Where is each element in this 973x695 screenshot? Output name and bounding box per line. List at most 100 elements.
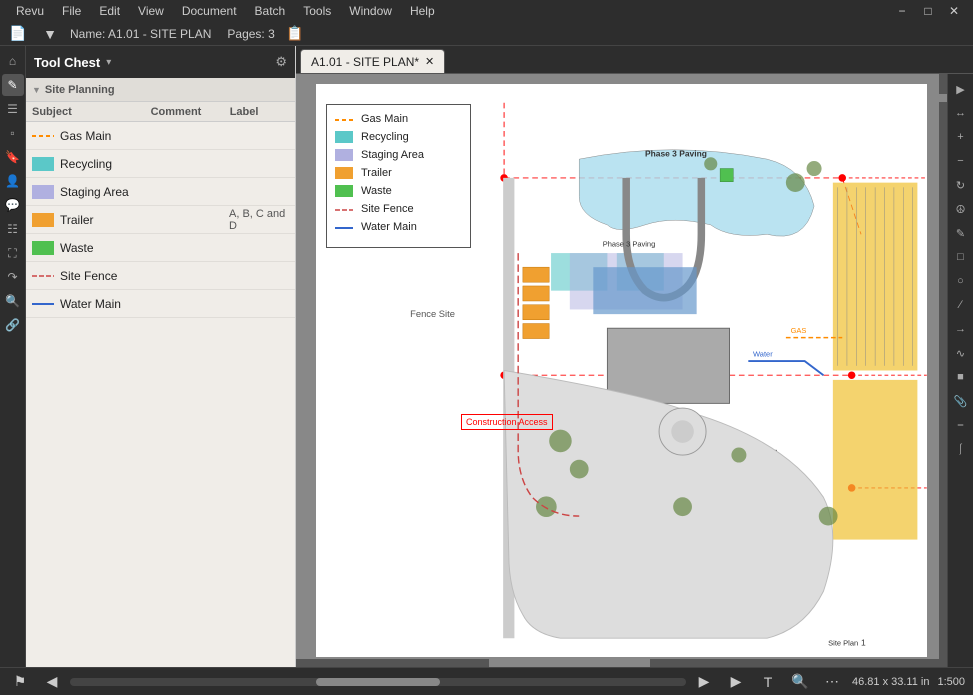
maximize-button[interactable]: □	[917, 2, 939, 20]
left-icon-bookmarks[interactable]: 🔖	[2, 146, 24, 168]
status-scale: 1:500	[937, 676, 965, 688]
doc-content[interactable]: Water GAS Phase 3 Paving Phase 3 Paving …	[296, 74, 947, 667]
right-icon-stamp[interactable]: ■	[950, 366, 972, 388]
toolbar-name-row: 📄 ▼ Name: A1.01 - SITE PLAN Pages: 3 📋	[0, 22, 973, 46]
left-icon-chat[interactable]: 💬	[2, 194, 24, 216]
tool-chest-title: Tool Chest	[34, 55, 100, 70]
drawing-legend-row-fence: Site Fence	[335, 203, 462, 215]
right-icon-curve[interactable]: ∿	[950, 342, 972, 364]
drawing-legend-row-recycling: Recycling	[335, 131, 462, 143]
right-icon-pan[interactable]: ☮	[950, 198, 972, 220]
drawing-legend-row-trailer: Trailer	[335, 167, 462, 179]
left-icon-search[interactable]: 🔍	[2, 290, 24, 312]
left-sidebar: ⌂ ✎ ☰ ▫ 🔖 👤 💬 ☷ ⛶ ↷ 🔍 🔗	[0, 46, 26, 667]
legend-site-fence-label: Site Fence	[60, 269, 223, 283]
drawing-legend-row-waste: Waste	[335, 185, 462, 197]
status-cursor-icon[interactable]: ▶	[724, 670, 748, 694]
drawing-legend-fence-text: Site Fence	[361, 203, 414, 215]
right-sidebar: ▶ ↔ + − ↻ ☮ ✎ □ ○ ∕ → ∿ ■ 📎 ⎯ ⎰	[947, 74, 973, 667]
right-icon-zoom-out[interactable]: −	[950, 150, 972, 172]
svg-text:Phase 3 Paving: Phase 3 Paving	[603, 240, 656, 249]
menu-tools[interactable]: Tools	[295, 2, 339, 20]
menu-view[interactable]: View	[130, 2, 172, 20]
status-bar: ⚑ ◀ ▶ ▶ T 🔍 ⋯ 46.81 x 33.11 in 1:500	[0, 667, 973, 695]
left-icon-list[interactable]: ☷	[2, 218, 24, 240]
svg-text:Phase 3 Paving: Phase 3 Paving	[645, 148, 707, 158]
left-icon-user[interactable]: 👤	[2, 170, 24, 192]
legend-item-trailer[interactable]: Trailer A, B, C and D	[26, 206, 295, 234]
right-icon-zoom-in[interactable]: +	[950, 126, 972, 148]
legend-item-waste[interactable]: Waste	[26, 234, 295, 262]
tool-chest-gear-icon[interactable]: ⚙	[275, 54, 287, 70]
status-zoom-icon[interactable]: 🔍	[788, 670, 812, 694]
status-flag-icon[interactable]: ⚑	[8, 670, 32, 694]
table-header: Subject Comment Label	[26, 102, 295, 122]
menu-file[interactable]: File	[54, 2, 89, 20]
scroll-area: ◀ ▶	[40, 670, 716, 694]
left-icon-markup[interactable]: ✎	[2, 74, 24, 96]
legend-item-recycling[interactable]: Recycling	[26, 150, 295, 178]
drawing-legend-trailer-text: Trailer	[361, 167, 392, 179]
copy-icon[interactable]: 📋	[283, 22, 307, 46]
file-name-label: Name: A1.01 - SITE PLAN	[70, 27, 211, 41]
legend-item-site-fence[interactable]: Site Fence	[26, 262, 295, 290]
col-label-header: Label	[230, 106, 289, 118]
menu-help[interactable]: Help	[402, 2, 443, 20]
right-icon-calibrate[interactable]: ⎯	[950, 414, 972, 436]
construction-access-label: Construction Access	[461, 414, 553, 430]
svg-text:Site Plan: Site Plan	[828, 639, 858, 648]
minimize-button[interactable]: −	[891, 2, 913, 20]
legend-item-staging-area[interactable]: Staging Area	[26, 178, 295, 206]
drawing-legend-row-water: Water Main	[335, 221, 462, 233]
right-icon-shape[interactable]: □	[950, 246, 972, 268]
close-button[interactable]: ✕	[943, 2, 965, 20]
right-icon-measure2[interactable]: ⎰	[950, 438, 972, 460]
left-icon-link[interactable]: 🔗	[2, 314, 24, 336]
legend-waste-label: Waste	[60, 241, 223, 255]
tool-chest-panel: Tool Chest ▾ ⚙ ▼ Site Planning Subject C…	[26, 46, 296, 667]
left-icon-table[interactable]: ⛶	[2, 242, 24, 264]
right-icon-circle[interactable]: ○	[950, 270, 972, 292]
svg-text:Water: Water	[753, 349, 773, 358]
doc-area: A1.01 - SITE PLAN* ✕	[296, 46, 973, 667]
status-scroll-track[interactable]	[70, 678, 686, 686]
status-more-icon[interactable]: ⋯	[820, 670, 844, 694]
right-icon-attach[interactable]: 📎	[950, 390, 972, 412]
left-icon-shapes[interactable]: ▫	[2, 122, 24, 144]
menu-edit[interactable]: Edit	[91, 2, 128, 20]
menu-batch[interactable]: Batch	[247, 2, 294, 20]
legend-water-main-label: Water Main	[60, 297, 223, 311]
drawing-legend-waste-text: Waste	[361, 185, 392, 197]
tool-chest-dropdown-icon[interactable]: ▾	[106, 57, 111, 68]
status-text-icon[interactable]: T	[756, 670, 780, 694]
menu-window[interactable]: Window	[341, 2, 400, 20]
svg-text:Fence Site: Fence Site	[410, 308, 455, 319]
left-icon-layers[interactable]: ☰	[2, 98, 24, 120]
legend-item-water-main[interactable]: Water Main	[26, 290, 295, 318]
vertical-scrollbar[interactable]	[939, 74, 947, 667]
legend-trailer-label: Trailer	[60, 213, 223, 227]
section-collapse-icon[interactable]: ▼	[32, 85, 41, 95]
pages-label: Pages: 3	[227, 27, 274, 41]
right-icon-pointer[interactable]: ▶	[950, 78, 972, 100]
right-icon-select[interactable]: ✎	[950, 222, 972, 244]
horizontal-scrollbar[interactable]	[296, 659, 939, 667]
right-icon-rotate[interactable]: ↻	[950, 174, 972, 196]
legend-item-gas-main[interactable]: Gas Main	[26, 122, 295, 150]
left-icon-home[interactable]: ⌂	[2, 50, 24, 72]
dropdown-arrow-icon[interactable]: ▼	[38, 22, 62, 46]
right-icon-zoom-fit[interactable]: ↔	[950, 102, 972, 124]
doc-tabs: A1.01 - SITE PLAN* ✕	[296, 46, 973, 74]
left-icon-measure[interactable]: ↷	[2, 266, 24, 288]
menu-document[interactable]: Document	[174, 2, 245, 20]
status-arrow-left-icon[interactable]: ◀	[40, 670, 64, 694]
status-arrow-right-icon[interactable]: ▶	[692, 670, 716, 694]
menu-revu[interactable]: Revu	[8, 2, 52, 20]
doc-tab-siteplan[interactable]: A1.01 - SITE PLAN* ✕	[300, 49, 445, 73]
right-icon-line[interactable]: ∕	[950, 294, 972, 316]
menu-bar: Revu File Edit View Document Batch Tools…	[0, 0, 973, 22]
file-icon[interactable]: 📄	[6, 22, 30, 46]
right-icon-arrow[interactable]: →	[950, 318, 972, 340]
section-label: Site Planning	[45, 84, 115, 96]
doc-tab-close-icon[interactable]: ✕	[425, 55, 434, 68]
